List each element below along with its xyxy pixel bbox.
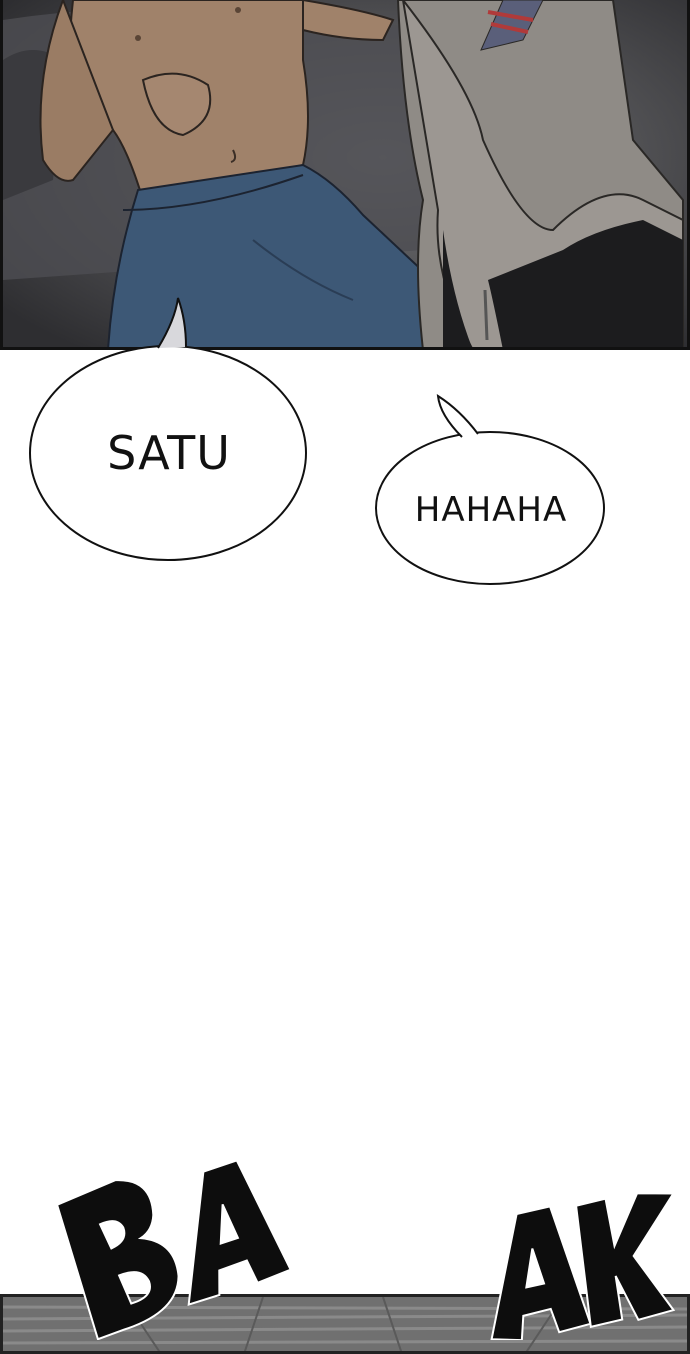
comic-panel-bottom [0,1294,690,1354]
panel-illustration [3,0,687,347]
comic-panel-top [0,0,690,350]
speech-text-hahaha: HAHAHA [414,490,568,530]
speed-lines [3,1297,687,1351]
speech-text-satu: SATU [107,426,231,480]
